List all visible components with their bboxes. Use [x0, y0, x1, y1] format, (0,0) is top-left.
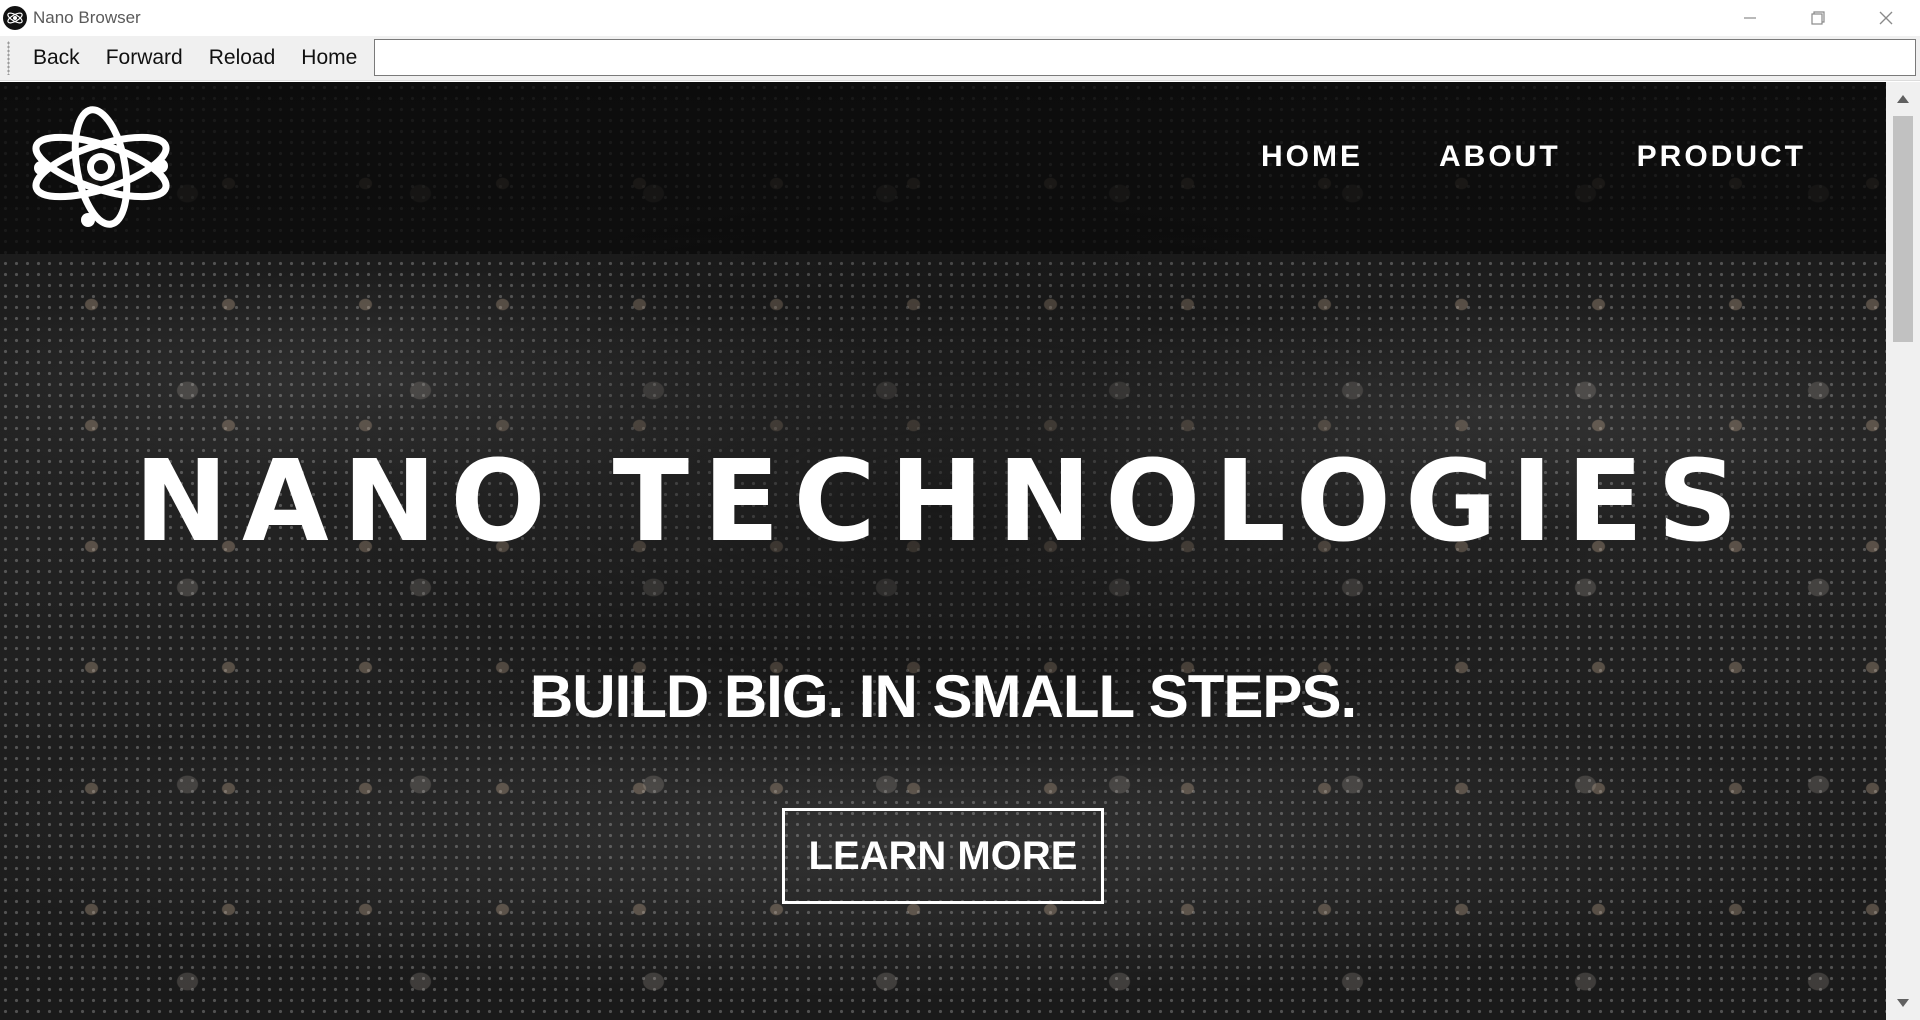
- home-button[interactable]: Home: [288, 38, 370, 78]
- back-button[interactable]: Back: [20, 38, 93, 78]
- window-controls: [1716, 0, 1920, 36]
- atom-icon: [3, 6, 27, 30]
- restore-icon[interactable]: [1784, 0, 1852, 36]
- nav-link-about[interactable]: ABOUT: [1439, 140, 1561, 174]
- scroll-down-icon[interactable]: [1886, 986, 1920, 1020]
- title-bar: Nano Browser: [0, 0, 1920, 36]
- atom-logo[interactable]: [28, 106, 174, 228]
- scroll-up-icon[interactable]: [1886, 82, 1920, 116]
- nav-link-home[interactable]: HOME: [1261, 140, 1363, 174]
- site-nav: HOME ABOUT PRODUCT: [1185, 140, 1806, 174]
- reload-button[interactable]: Reload: [196, 38, 289, 78]
- nav-link-product[interactable]: PRODUCT: [1637, 140, 1806, 174]
- address-bar-input[interactable]: [374, 39, 1916, 76]
- learn-more-button[interactable]: LEARN MORE: [782, 808, 1104, 904]
- window-title: Nano Browser: [33, 8, 141, 27]
- web-viewport: HOME ABOUT PRODUCT NANO TECHNOLOGIES BUI…: [0, 82, 1886, 1020]
- minimize-icon[interactable]: [1716, 0, 1784, 36]
- forward-button[interactable]: Forward: [93, 38, 196, 78]
- toolbar-grip[interactable]: [7, 41, 10, 75]
- close-icon[interactable]: [1852, 0, 1920, 36]
- hero-subtitle: BUILD BIG. IN SMALL STEPS.: [529, 663, 1357, 730]
- scrollbar-thumb[interactable]: [1893, 116, 1913, 342]
- site-header: HOME ABOUT PRODUCT: [0, 82, 1886, 254]
- vertical-scrollbar[interactable]: [1886, 82, 1920, 1020]
- browser-toolbar: Back Forward Reload Home: [0, 36, 1920, 81]
- hero-title: NANO TECHNOLOGIES: [134, 437, 1752, 567]
